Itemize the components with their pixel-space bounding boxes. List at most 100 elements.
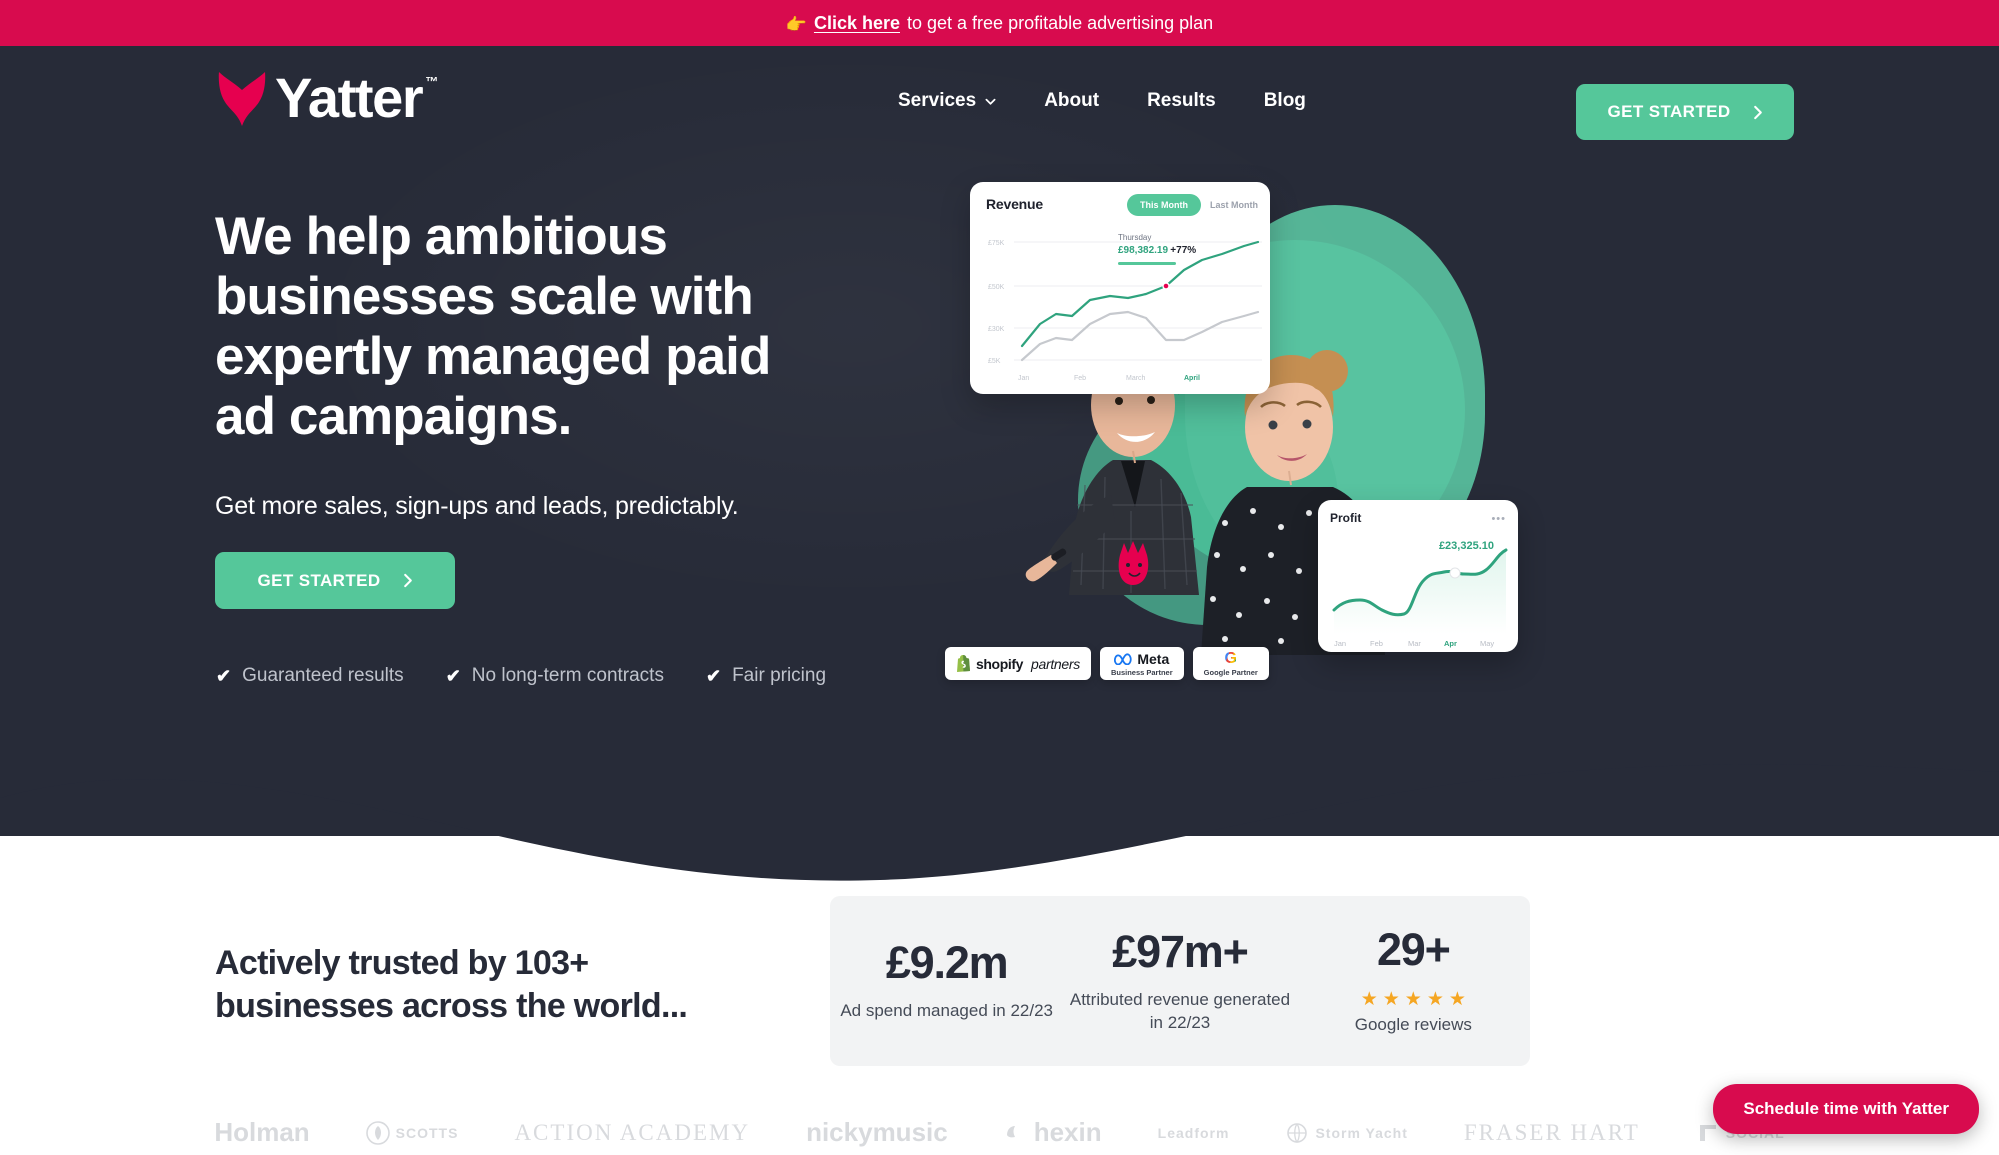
svg-text:£5K: £5K: [988, 358, 1001, 365]
nav-label-about: About: [1044, 90, 1100, 111]
badge-shopify-word2: partners: [1030, 655, 1080, 672]
profit-dashboard-card: Profit ••• £23,325.10 Jan Feb Mar May Ap…: [1318, 500, 1518, 652]
badge-shopify-partners: shopify partners: [945, 647, 1091, 680]
badge-google-partner: G Google Partner: [1192, 647, 1269, 680]
client-logo: nickymusic: [806, 1117, 948, 1147]
logo-text: Yatter: [275, 66, 424, 129]
announcement-link[interactable]: Click here: [814, 13, 900, 34]
stat-google-reviews: 29+ ★ ★ ★ ★ ★ Google reviews: [1297, 927, 1530, 1036]
announcement-bar[interactable]: 👉 Click here to get a free profitable ad…: [0, 0, 1999, 46]
stat-value: 29+: [1376, 923, 1451, 975]
nav-item-results[interactable]: Results: [1123, 80, 1240, 122]
badge-shopify-word1: shopify: [976, 655, 1023, 672]
stats-panel: £9.2m Ad spend managed in 22/23 £97m+ At…: [830, 896, 1530, 1066]
nav-item-blog[interactable]: Blog: [1240, 80, 1330, 122]
stat-attributed-revenue: £97m+ Attributed revenue generated in 22…: [1063, 929, 1296, 1034]
pointing-hand-icon: 👉: [785, 14, 807, 34]
hero-get-started-button[interactable]: GET STARTED: [215, 552, 455, 609]
profit-card-title: Profit: [1330, 511, 1362, 525]
header-get-started-button[interactable]: GET STARTED: [1576, 84, 1794, 140]
badge-meta-subtitle: Business Partner: [1110, 667, 1173, 677]
svg-text:£30K: £30K: [988, 326, 1005, 333]
stat-value: £97m+: [1112, 925, 1249, 977]
social-square-icon: [1699, 1124, 1716, 1141]
tooltip-value: £98,382.19: [1118, 244, 1169, 256]
client-logo-label: Storm Yacht: [1315, 1124, 1408, 1141]
client-logo-strip: Holman SCOTTS ACTION ACADEMY nickymusic …: [0, 1110, 1999, 1155]
star-icon: ★: [1448, 988, 1466, 1010]
revenue-tooltip: Thursday £98,382.19 +77%: [1118, 232, 1196, 265]
hero-artwork: Revenue This Month Last Month £75K £50K …: [930, 160, 1550, 720]
stat-value: £9.2m: [885, 937, 1009, 988]
page-root: 👉 Click here to get a free profitable ad…: [0, 0, 1999, 1155]
svg-text:£75K: £75K: [988, 240, 1005, 247]
site-header: Yatter ™ Services About Results Blog GET…: [0, 46, 1999, 156]
main-navigation: Services About Results Blog: [874, 46, 1330, 156]
stat-label: Google reviews: [1354, 1014, 1472, 1034]
schedule-chat-button[interactable]: Schedule time with Yatter: [1713, 1084, 1979, 1134]
client-logo: FRASER HART: [1463, 1119, 1640, 1145]
wave-divider: [0, 700, 1999, 881]
announcement-content: 👉 Click here to get a free profitable ad…: [786, 13, 1213, 34]
feature-item: ✔ Fair pricing: [706, 665, 826, 687]
client-logo-label: hexin: [1033, 1117, 1102, 1147]
badge-google-subtitle: Google Partner: [1203, 667, 1258, 677]
stat-ad-spend: £9.2m Ad spend managed in 22/23: [830, 940, 1063, 1022]
client-logo: Leadform: [1157, 1124, 1230, 1141]
nav-label-services: Services: [898, 90, 977, 111]
hero-cta-label: GET STARTED: [257, 570, 381, 590]
tooltip-day: Thursday: [1118, 233, 1152, 242]
badge-meta-row: Meta: [1114, 651, 1169, 667]
badge-meta-business-partner: Meta Business Partner: [1099, 647, 1184, 680]
storm-globe-icon: [1287, 1122, 1308, 1143]
stat-label: Attributed revenue generated in 22/23: [1069, 989, 1291, 1032]
logo[interactable]: Yatter ™: [215, 68, 438, 128]
trademark-symbol: ™: [425, 74, 439, 89]
header-cta-label: GET STARTED: [1607, 102, 1731, 121]
svg-text:Mar: Mar: [1408, 639, 1421, 648]
trust-heading: Actively trusted by 103+ businesses acro…: [215, 944, 688, 1025]
page-title: We help ambitious businesses scale with …: [215, 207, 771, 446]
chevron-right-icon: [1753, 105, 1762, 119]
svg-text:May: May: [1480, 639, 1494, 648]
client-logo: ACTION ACADEMY: [514, 1119, 751, 1145]
feature-label: Fair pricing: [732, 665, 827, 686]
partner-badges: shopify partners Meta Business Partner G…: [945, 647, 1269, 680]
nav-item-about[interactable]: About: [1020, 80, 1123, 122]
client-logo: SCOTTS: [365, 1120, 459, 1145]
client-logo: Holman: [214, 1117, 310, 1147]
revenue-dashboard-card: Revenue This Month Last Month £75K £50K …: [970, 182, 1270, 394]
svg-text:Feb: Feb: [1074, 375, 1086, 382]
announcement-text: to get a free profitable advertising pla…: [907, 12, 1214, 33]
stat-label: Ad spend managed in 22/23: [840, 1001, 1053, 1020]
tooltip-underline: [1118, 262, 1176, 265]
toggle-last-month[interactable]: Last Month: [1210, 200, 1258, 210]
svg-text:Apr: Apr: [1444, 639, 1457, 648]
feature-item: ✔ Guaranteed results: [216, 665, 404, 687]
star-icon: ★: [1382, 988, 1400, 1010]
check-icon: ✔: [445, 666, 461, 686]
more-options-icon[interactable]: •••: [1491, 513, 1506, 525]
check-icon: ✔: [705, 666, 722, 686]
badge-meta-word: Meta: [1137, 650, 1170, 667]
star-icon: ★: [1426, 988, 1444, 1010]
nav-label-blog: Blog: [1263, 90, 1306, 111]
chevron-down-icon: [985, 98, 996, 105]
check-icon: ✔: [216, 666, 232, 686]
toggle-this-month[interactable]: This Month: [1127, 194, 1201, 216]
scotts-shield-icon: [365, 1120, 390, 1145]
feature-item: ✔ No long-term contracts: [446, 665, 664, 687]
star-icon: ★: [1404, 988, 1422, 1010]
profit-line-chart: Jan Feb Mar May Apr: [1332, 548, 1508, 648]
yatter-heart-icon: [218, 72, 266, 126]
star-rating: ★ ★ ★ ★ ★: [1303, 990, 1524, 1009]
nav-label-results: Results: [1147, 90, 1216, 111]
feature-label: Guaranteed results: [242, 665, 404, 686]
chevron-right-icon: [403, 573, 412, 588]
svg-text:£50K: £50K: [988, 284, 1005, 291]
svg-text:Jan: Jan: [1018, 375, 1029, 382]
tooltip-change: +77%: [1170, 244, 1197, 256]
svg-text:Jan: Jan: [1334, 639, 1346, 648]
nav-item-services[interactable]: Services: [874, 80, 1020, 122]
google-g-icon: G: [1224, 649, 1237, 667]
